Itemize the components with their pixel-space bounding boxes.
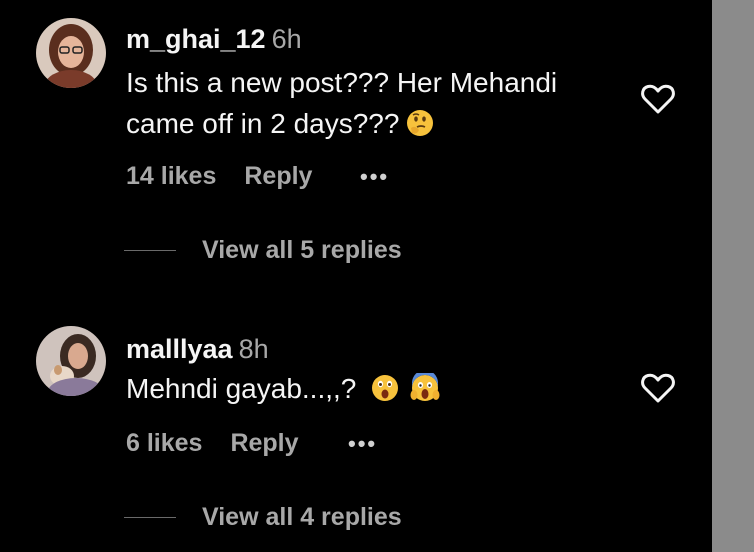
likes-count[interactable]: 6 likes: [126, 429, 202, 458]
likes-count[interactable]: 14 likes: [126, 162, 216, 191]
screaming-face-emoji: [410, 373, 440, 401]
more-options-icon[interactable]: •••: [348, 431, 377, 457]
view-replies-button[interactable]: View all 4 replies: [124, 503, 402, 532]
like-heart-icon[interactable]: [640, 82, 676, 116]
reply-button[interactable]: Reply: [244, 162, 312, 191]
like-heart-icon[interactable]: [640, 371, 676, 405]
view-replies-label: View all 4 replies: [202, 503, 402, 531]
scrollbar[interactable]: [712, 0, 754, 552]
astonished-face-emoji: [372, 375, 399, 401]
comment-text: Is this a new post??? Her Mehandi came o…: [126, 67, 558, 139]
avatar[interactable]: [36, 326, 106, 396]
comment-text: Mehndi gayab...,,?: [126, 368, 606, 409]
view-replies-label: View all 5 replies: [202, 236, 402, 264]
avatar[interactable]: [36, 18, 106, 88]
comment-meta: 6 likes Reply: [126, 429, 299, 458]
divider-line: [124, 517, 176, 518]
comment-meta: 14 likes Reply: [126, 162, 312, 191]
comment-username[interactable]: m_ghai_12 6h: [126, 24, 302, 55]
comment-time: 6h: [271, 24, 302, 54]
thinking-face-emoji: [407, 110, 434, 136]
comment-time: 8h: [238, 334, 269, 364]
divider-line: [124, 250, 176, 251]
more-options-icon[interactable]: •••: [360, 164, 389, 190]
comment-username[interactable]: malllyaa 8h: [126, 334, 269, 365]
view-replies-button[interactable]: View all 5 replies: [124, 236, 402, 265]
reply-button[interactable]: Reply: [230, 429, 298, 458]
